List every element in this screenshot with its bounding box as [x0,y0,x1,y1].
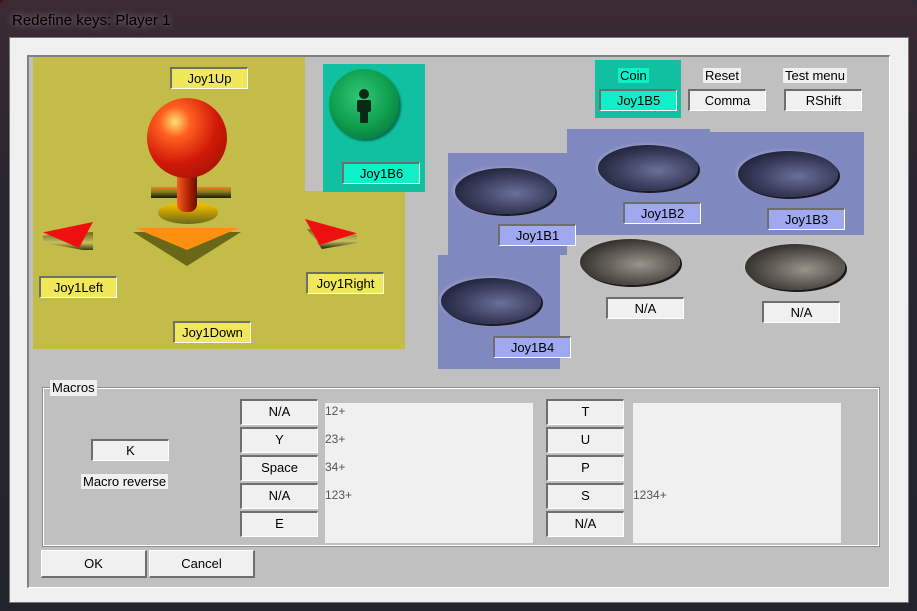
macro-key-4[interactable]: N/A [240,483,318,509]
button-1-icon[interactable] [455,168,555,214]
macro-combo-item[interactable]: 34+ [325,459,533,487]
macro-combo-item[interactable]: 12+ [325,403,533,431]
macro-reverse-field[interactable]: K [91,439,169,461]
ok-button[interactable]: OK [41,550,147,578]
dialog-window: Redefine keys: Player 1 Joy1Up Joy1Left [0,0,917,611]
macro-key-6[interactable]: T [546,399,624,425]
macro-key-8[interactable]: P [546,455,624,481]
button-4-field[interactable]: Joy1B4 [493,336,571,358]
reset-field[interactable]: Comma [688,89,766,111]
joy-left-field[interactable]: Joy1Left [39,276,117,298]
button-6-icon[interactable] [745,244,845,290]
joystick-panel-ext [305,191,405,349]
macro-combo-item[interactable]: 23+ [325,431,533,459]
button-5-field[interactable]: N/A [606,297,684,319]
button-3-field[interactable]: Joy1B3 [767,208,845,230]
button-2-field[interactable]: Joy1B2 [623,202,701,224]
cancel-button[interactable]: Cancel [149,550,255,578]
button-5-icon[interactable] [580,239,680,285]
window-title: Redefine keys: Player 1 [12,12,171,29]
macro-key-3[interactable]: Space [240,455,318,481]
macro-key-2[interactable]: Y [240,427,318,453]
button-1-field[interactable]: Joy1B1 [498,224,576,246]
macro-key-10[interactable]: N/A [546,511,624,537]
test-menu-label: Test menu [783,68,847,83]
button-4-icon[interactable] [441,278,541,324]
joystick-icon [133,98,243,268]
macros-legend: Macros [50,380,97,396]
player-button-field[interactable]: Joy1B6 [342,162,420,184]
joy-right-field[interactable]: Joy1Right [306,272,384,294]
macro-key-9[interactable]: S [546,483,624,509]
joy-up-field[interactable]: Joy1Up [170,67,248,89]
dialog-client: Joy1Up Joy1Left Joy1Right Joy1Down Joy1B… [9,37,909,603]
button-3-icon[interactable] [738,151,838,197]
coin-label: Coin [618,68,649,83]
macro-combo-list-right[interactable]: 1234+ [633,403,841,543]
macro-key-5[interactable]: E [240,511,318,537]
reset-label: Reset [703,68,741,83]
macro-combo-item[interactable]: 123+ [325,487,533,515]
coin-field[interactable]: Joy1B5 [599,89,677,111]
macro-combo-spacer [633,403,841,487]
player-button-icon[interactable] [329,69,399,139]
button-6-field[interactable]: N/A [762,301,840,323]
macro-key-1[interactable]: N/A [240,399,318,425]
joy-down-field[interactable]: Joy1Down [173,321,251,343]
test-menu-field[interactable]: RShift [784,89,862,111]
macro-key-7[interactable]: U [546,427,624,453]
macro-reverse-label: Macro reverse [81,474,169,489]
arrow-right-icon [305,219,359,259]
macro-combo-item[interactable]: 1234+ [633,487,841,515]
button-2-icon[interactable] [598,145,698,191]
arrow-left-icon [43,222,95,262]
macro-combo-list-left[interactable]: 12+ 23+ 34+ 123+ [325,403,533,543]
keys-pane: Joy1Up Joy1Left Joy1Right Joy1Down Joy1B… [27,55,890,588]
